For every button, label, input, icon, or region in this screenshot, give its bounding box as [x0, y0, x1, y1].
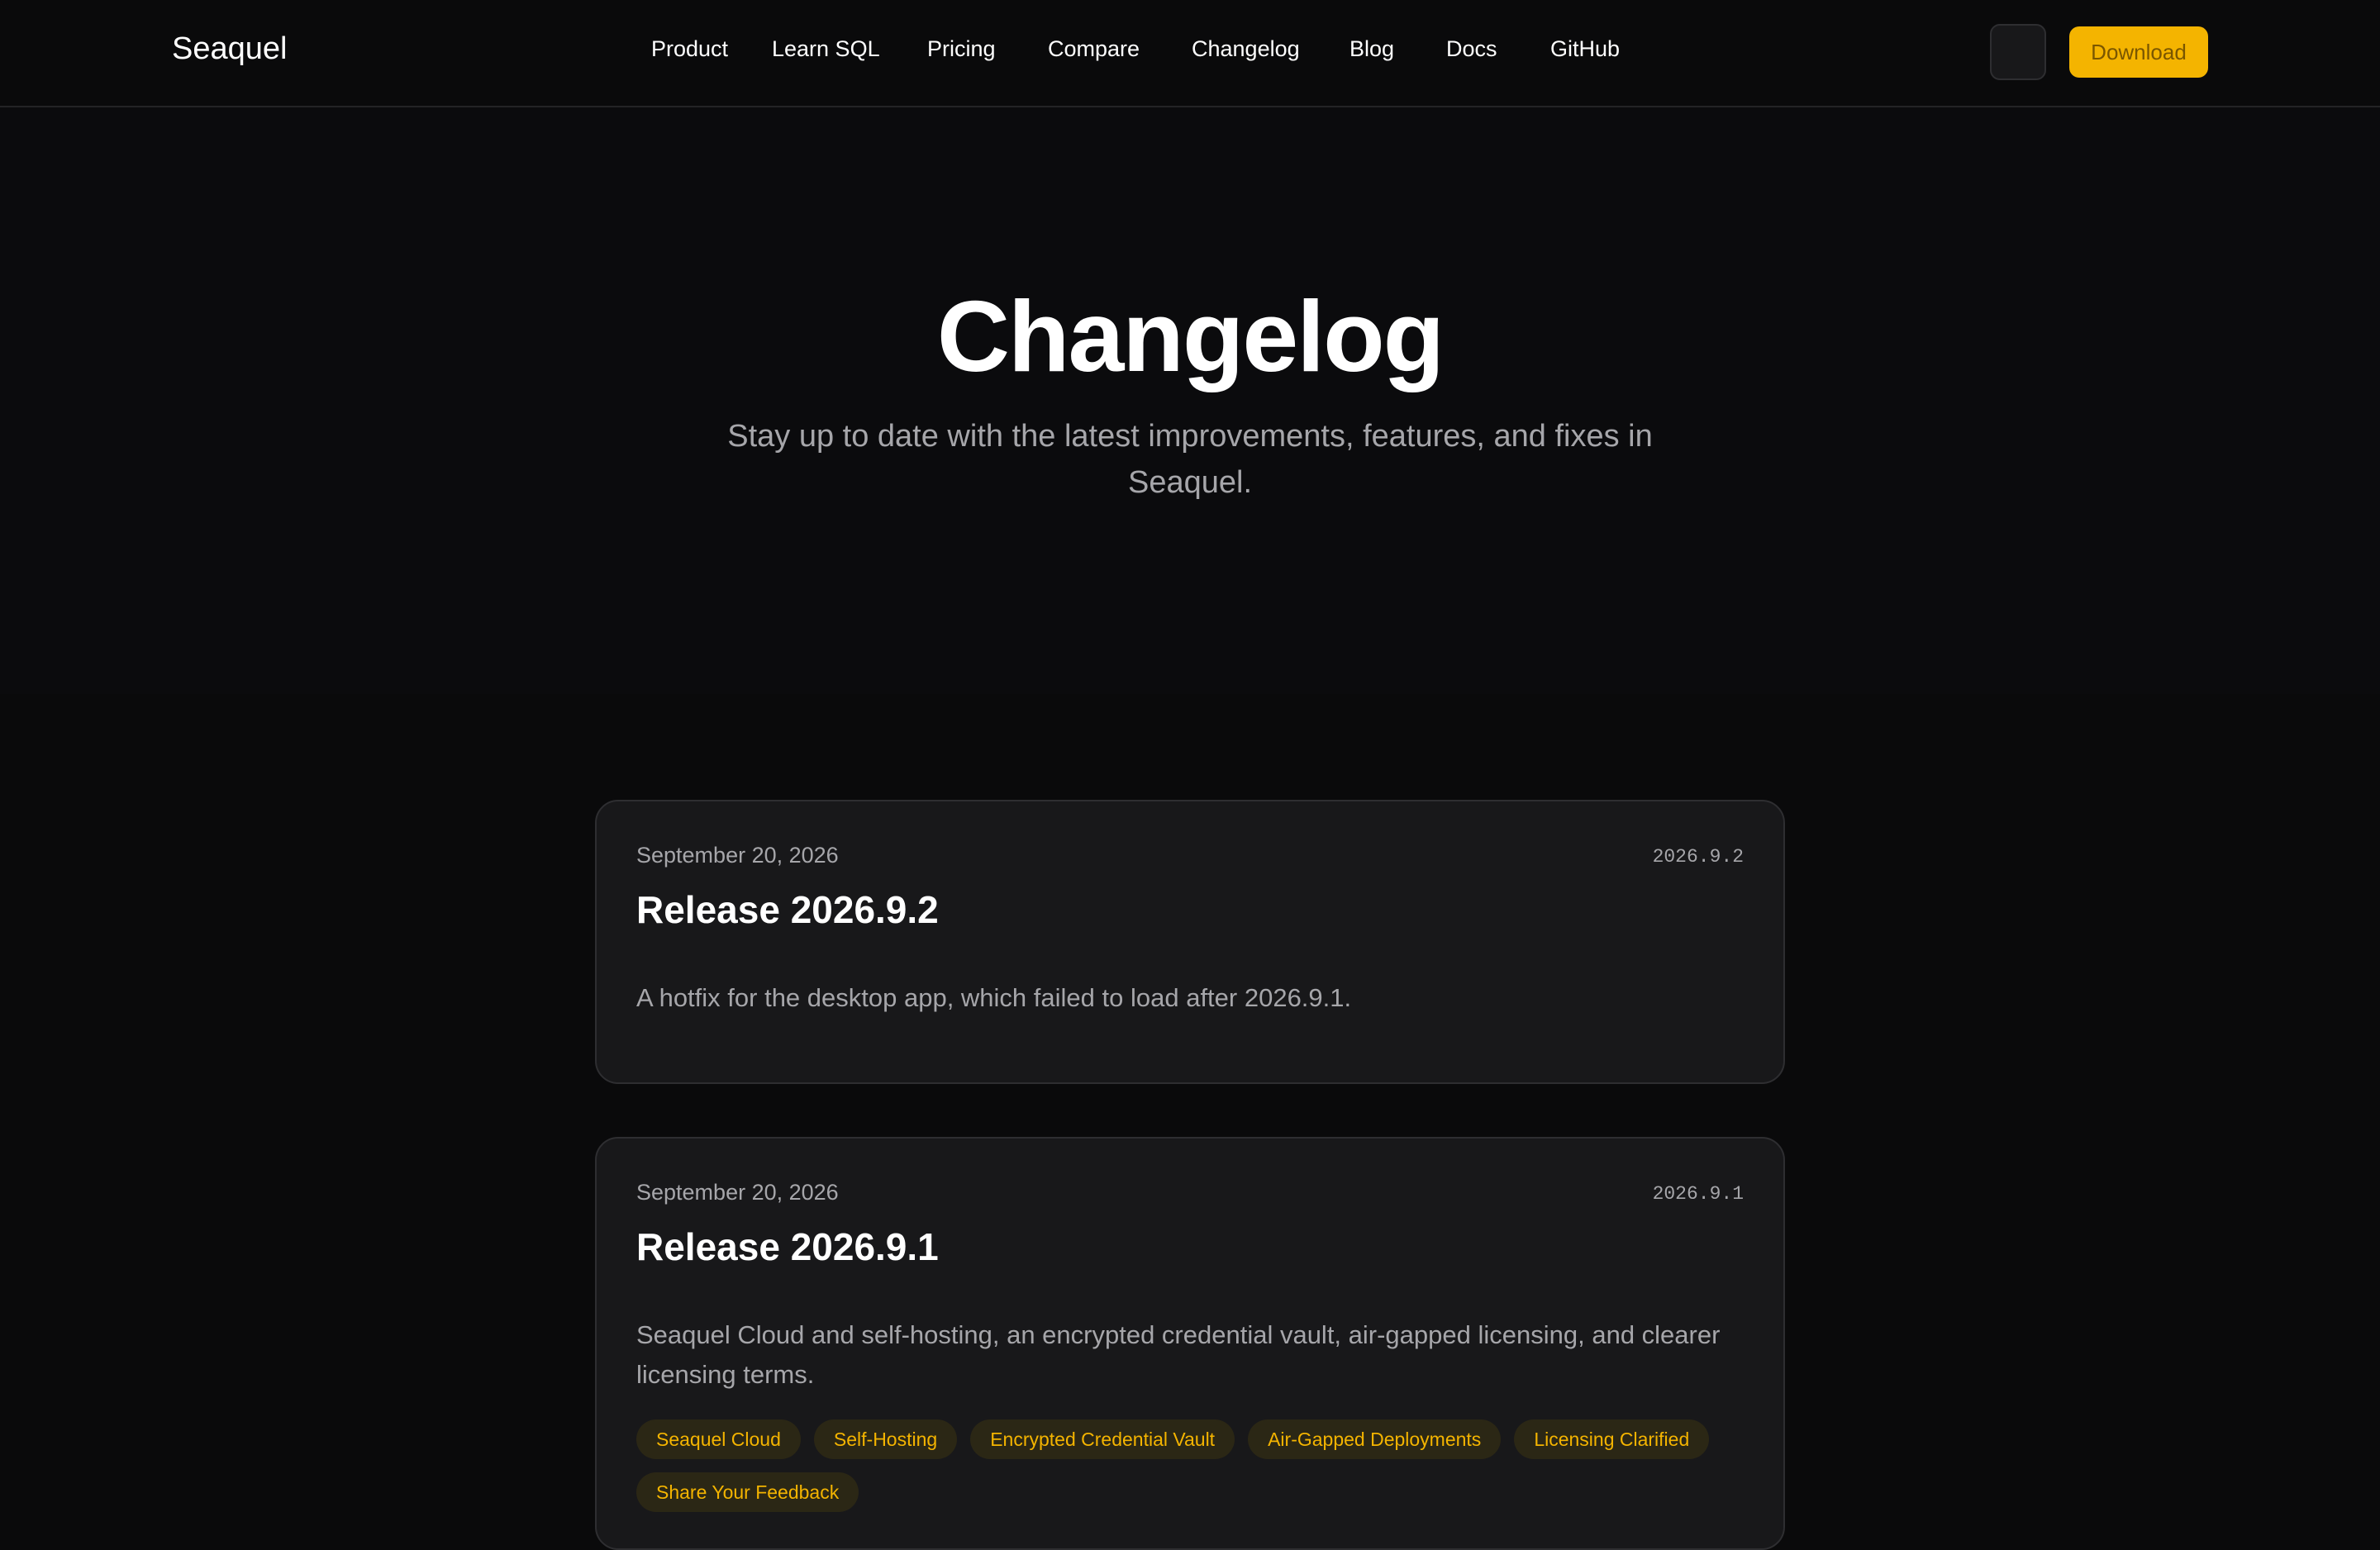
brand-logo[interactable]: Seaquel	[172, 31, 287, 67]
release-card: September 20, 2026 2026.9.2 Release 2026…	[595, 800, 1785, 1084]
nav-pricing[interactable]: Pricing	[927, 36, 996, 62]
nav-github[interactable]: GitHub	[1550, 36, 1620, 62]
release-version: 2026.9.2	[1652, 846, 1744, 868]
nav-changelog[interactable]: Changelog	[1192, 36, 1300, 62]
nav-learn-sql[interactable]: Learn SQL	[772, 36, 880, 62]
release-description: Seaquel Cloud and self-hosting, an encry…	[636, 1320, 1721, 1389]
tag-licensing-clarified[interactable]: Licensing Clarified	[1514, 1419, 1710, 1459]
theme-toggle-button[interactable]	[1990, 24, 2046, 80]
download-button[interactable]: Download	[2069, 26, 2208, 78]
tag-air-gapped-deployments[interactable]: Air-Gapped Deployments	[1248, 1419, 1502, 1459]
nav-blog[interactable]: Blog	[1349, 36, 1394, 62]
release-date: September 20, 2026	[636, 1180, 839, 1205]
tag-share-your-feedback[interactable]: Share Your Feedback	[636, 1472, 859, 1512]
nav-docs[interactable]: Docs	[1446, 36, 1497, 62]
release-card: September 20, 2026 2026.9.1 Release 2026…	[595, 1137, 1785, 1550]
tag-self-hosting[interactable]: Self-Hosting	[813, 1419, 958, 1459]
nav-compare[interactable]: Compare	[1048, 36, 1140, 62]
page-subtitle: Stay up to date with the latest improvem…	[727, 419, 1653, 500]
release-date: September 20, 2026	[636, 843, 839, 868]
hero-section: Changelog Stay up to date with the lates…	[0, 107, 2380, 694]
release-description: A hotfix for the desktop app, which fail…	[636, 983, 1352, 1012]
tag-encrypted-credential-vault[interactable]: Encrypted Credential Vault	[970, 1419, 1235, 1459]
tag-seaquel-cloud[interactable]: Seaquel Cloud	[636, 1419, 801, 1459]
release-tags: Seaquel Cloud Self-Hosting Encrypted Cre…	[636, 1419, 1760, 1512]
release-title: Release 2026.9.1	[636, 1225, 939, 1268]
nav-product[interactable]: Product	[651, 36, 728, 62]
page-title: Changelog	[936, 280, 1445, 392]
release-title: Release 2026.9.2	[636, 888, 939, 931]
release-version: 2026.9.1	[1652, 1183, 1744, 1205]
top-navbar: Seaquel Product Learn SQL Pricing Compar…	[0, 0, 2380, 107]
